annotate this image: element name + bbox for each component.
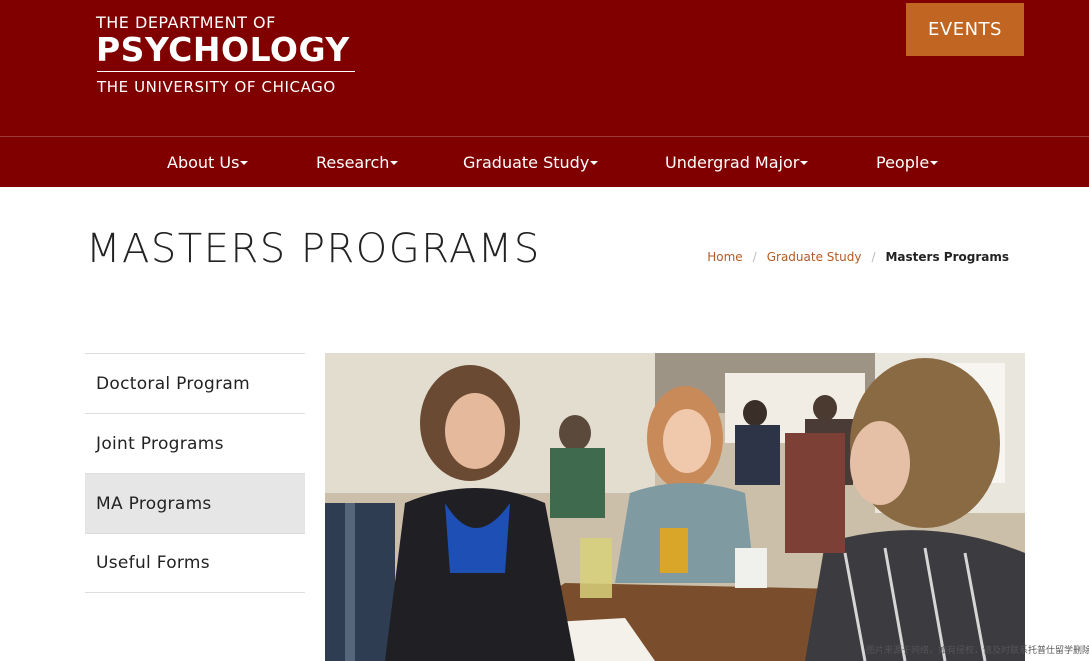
sidebar-item-useful-forms[interactable]: Useful Forms [85,533,305,593]
caret-down-icon [930,161,939,165]
department-logo[interactable]: THE DEPARTMENT OF PSYCHOLOGY THE UNIVERS… [96,14,355,97]
caret-down-icon [390,161,399,165]
nav-item-label: Undergrad Major [665,152,800,172]
breadcrumb-current: Masters Programs [885,250,1009,264]
cafe-photo-illustration [325,353,1025,661]
caret-down-icon [800,161,809,165]
caret-down-icon [590,161,599,165]
site-header: THE DEPARTMENT OF PSYCHOLOGY THE UNIVERS… [0,0,1089,136]
logo-line-psychology: PSYCHOLOGY [96,30,350,69]
breadcrumb-separator: / [871,250,876,264]
caret-down-icon [240,161,249,165]
nav-item-people[interactable]: People [876,137,939,187]
sidebar-item-doctoral-program[interactable]: Doctoral Program [85,353,305,413]
nav-item-about-us[interactable]: About Us [167,137,249,187]
events-button[interactable]: EVENTS [906,3,1024,56]
nav-item-label: Research [316,152,390,172]
logo-divider [97,71,355,72]
image-watermark: 图片来源于网络，如有侵权，请及时联系托普仕留学删除 [866,646,1089,656]
sidebar-item-ma-programs[interactable]: MA Programs [85,473,305,533]
nav-item-undergrad-major[interactable]: Undergrad Major [665,137,809,187]
breadcrumb-separator: / [752,250,757,264]
section-sidebar: Doctoral Program Joint Programs MA Progr… [85,353,305,593]
main-nav: About Us Research Graduate Study Undergr… [0,136,1089,187]
cafe-photo [325,353,1025,661]
breadcrumb-graduate-study-link[interactable]: Graduate Study [767,250,862,264]
breadcrumb: Home / Graduate Study / Masters Programs [707,250,1009,264]
page-title: MASTERS PROGRAMS [86,226,541,272]
nav-item-graduate-study[interactable]: Graduate Study [463,137,599,187]
nav-item-label: Graduate Study [463,152,590,172]
logo-line-university: THE UNIVERSITY OF CHICAGO [97,78,336,96]
sidebar-item-joint-programs[interactable]: Joint Programs [85,413,305,473]
nav-item-label: People [876,152,930,172]
breadcrumb-home-link[interactable]: Home [707,250,742,264]
nav-item-research[interactable]: Research [316,137,399,187]
nav-item-label: About Us [167,152,240,172]
